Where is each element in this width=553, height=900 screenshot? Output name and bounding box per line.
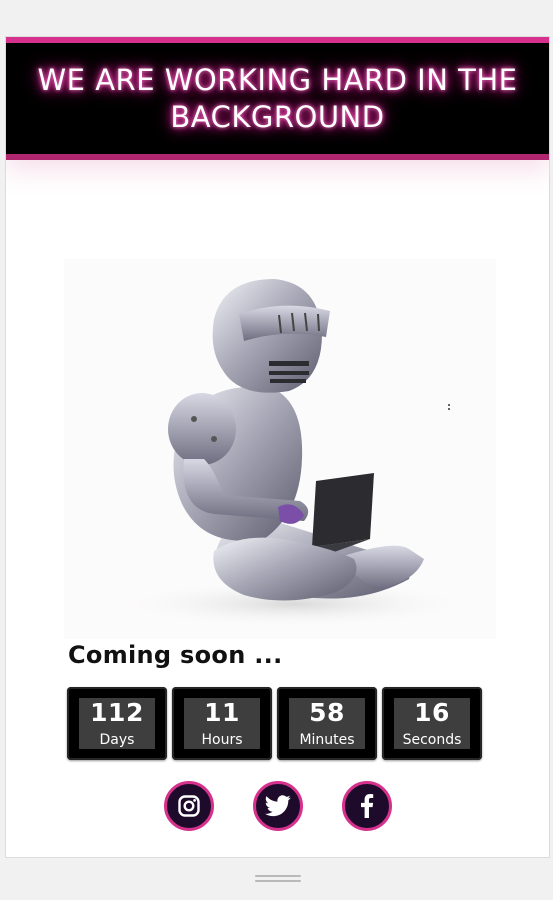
page-title: We are working hard in the background (37, 62, 518, 134)
hero-image (64, 259, 496, 639)
countdown-days: 112 Days (67, 687, 167, 760)
countdown-minutes: 58 Minutes (277, 687, 377, 760)
countdown-timer: 112 Days 11 Hours 58 Minutes 16 Seconds (67, 687, 482, 760)
facebook-icon (361, 794, 374, 818)
countdown-value: 11 (204, 698, 240, 727)
page-card: We are working hard in the background (5, 36, 550, 858)
countdown-value: 58 (309, 698, 345, 727)
countdown-value: 112 (90, 698, 144, 727)
social-links (164, 781, 392, 831)
twitter-icon (265, 795, 291, 817)
countdown-label: Days (99, 732, 135, 748)
twitter-button[interactable] (253, 781, 303, 831)
countdown-label: Hours (201, 732, 243, 748)
countdown-seconds: 16 Seconds (382, 687, 482, 760)
scroll-handle[interactable] (255, 875, 301, 882)
instagram-icon (178, 795, 200, 817)
coming-soon-heading: Coming soon ... (68, 641, 283, 669)
instagram-button[interactable] (164, 781, 214, 831)
countdown-label: Seconds (402, 732, 462, 748)
countdown-label: Minutes (299, 732, 355, 748)
countdown-value: 16 (414, 698, 450, 727)
facebook-button[interactable] (342, 781, 392, 831)
countdown-hours: 11 Hours (172, 687, 272, 760)
header-banner: We are working hard in the background (6, 37, 549, 160)
